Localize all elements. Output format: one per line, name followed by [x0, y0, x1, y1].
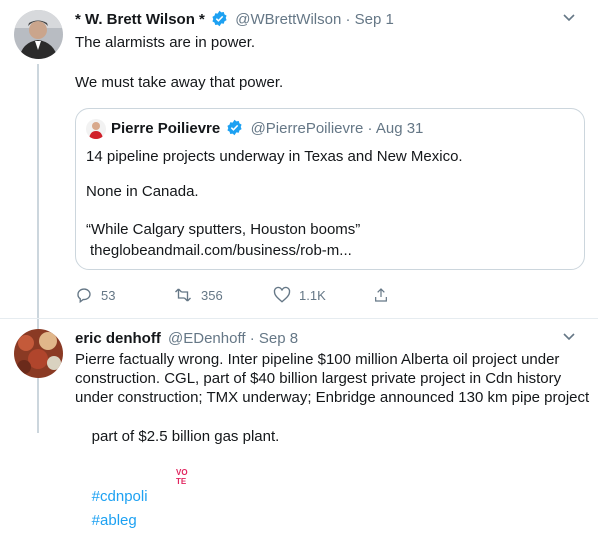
hashtag-ableg[interactable]: #ableg [92, 512, 137, 529]
quoted-timestamp: Aug 31 [375, 120, 424, 137]
avatar-wbrettwilson[interactable] [14, 10, 63, 59]
dot-separator: · [249, 330, 259, 347]
tweet-text-segment: part of $2.5 billion gas plant. [91, 428, 280, 445]
retweet-icon [175, 288, 191, 302]
svg-text:VO: VO [176, 468, 188, 477]
avatar-pierrepoilievre[interactable] [86, 119, 106, 139]
dot-separator: · [345, 11, 355, 28]
reply-icon [77, 288, 91, 304]
like-count: 1.1K [299, 287, 326, 303]
tweet-text-line: Pierre factually wrong. Inter pipeline $… [75, 351, 560, 368]
retweet-button[interactable]: 356 [173, 286, 223, 304]
quoted-link[interactable]: theglobeandmail.com/business/rob-m... [90, 241, 352, 261]
quoted-text-line: “While Calgary sputters, Houston booms” [86, 221, 361, 238]
tweet-header: eric denhoff @EDenhoff · Sep 8 [75, 329, 298, 349]
reply-button[interactable]: 53 [75, 286, 115, 304]
dot-separator: · [367, 120, 376, 137]
quoted-text-line: None in Canada. [86, 183, 199, 200]
display-name[interactable]: eric denhoff [75, 330, 161, 347]
tweet-text-line-last: part of $2.5 billion gas plant. #cdnpoli… [75, 407, 280, 551]
verified-badge-icon [226, 119, 243, 142]
like-button[interactable]: 1.1K [273, 286, 326, 304]
vote-emoji-icon: VO TE [150, 447, 193, 511]
tweet-text-line: We must take away that power. [75, 74, 284, 91]
timestamp[interactable]: Sep 1 [355, 11, 394, 28]
tweet-wbrettwilson[interactable]: * W. Brett Wilson * @WBrettWilson · Sep … [0, 0, 598, 433]
quoted-text-line: 14 pipeline projects underway in Texas a… [86, 148, 463, 165]
reply-count: 53 [101, 287, 116, 303]
avatar-edenhoff[interactable] [14, 329, 63, 378]
tweet-text-line: The alarmists are in power. [75, 34, 256, 51]
quoted-handle: @PierrePoilievre [250, 120, 364, 137]
share-button[interactable] [373, 286, 389, 304]
retweet-count: 356 [201, 287, 223, 303]
heart-icon [273, 286, 291, 303]
chevron-down-icon[interactable] [562, 10, 576, 27]
handle[interactable]: @EDenhoff [168, 330, 246, 347]
hashtag-cdnpoli[interactable]: #cdnpoli [92, 488, 148, 505]
tweet-text-line: construction. CGL, part of $40 billion l… [75, 370, 562, 387]
display-name[interactable]: * W. Brett Wilson * [75, 11, 205, 28]
handle[interactable]: @WBrettWilson [235, 11, 341, 28]
quoted-tweet-card[interactable]: Pierre Poilievre @PierrePoilievre · Aug … [75, 108, 585, 270]
tweet-header: * W. Brett Wilson * @WBrettWilson · Sep … [75, 10, 394, 33]
svg-text:TE: TE [176, 477, 187, 485]
timestamp[interactable]: Sep 8 [259, 330, 298, 347]
chevron-down-icon[interactable] [562, 329, 576, 346]
share-icon [375, 288, 387, 302]
quoted-tweet-header: Pierre Poilievre @PierrePoilievre · Aug … [111, 119, 423, 142]
tweet-text-line: under construction; TMX underway; Enbrid… [75, 389, 590, 406]
verified-badge-icon [211, 10, 228, 33]
quoted-display-name[interactable]: Pierre Poilievre [111, 120, 220, 137]
tweet-edenhoff[interactable]: eric denhoff @EDenhoff · Sep 8 Pierre fa… [0, 319, 598, 529]
